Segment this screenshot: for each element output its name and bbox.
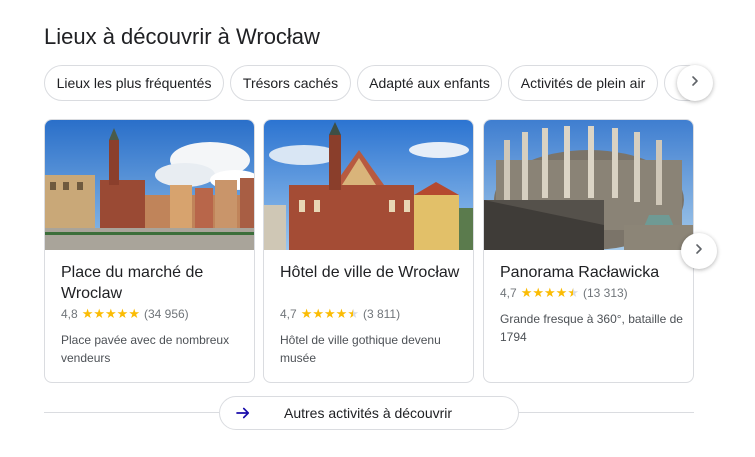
- place-rating: 4,8 ★ ★ ★ ★ ★ (34 956): [61, 306, 189, 322]
- star-rating-icon: ★ ★ ★ ★ ★: [81, 306, 140, 321]
- star-rating-icon: ★ ★ ★ ★ ★: [520, 285, 579, 300]
- chevron-right-icon: [687, 73, 703, 94]
- rating-value: 4,7: [500, 286, 517, 300]
- filter-chips: Lieux les plus fréquentés Trésors cachés…: [44, 65, 704, 101]
- chip-popular[interactable]: Lieux les plus fréquentés: [44, 65, 224, 101]
- place-name: Panorama Racławicka: [500, 264, 660, 281]
- town-hall-photo: [264, 120, 473, 250]
- more-activities-label: Autres activités à découvrir: [284, 405, 453, 421]
- section-title: Lieux à découvrir à Wrocław: [44, 24, 320, 49]
- more-activities-button[interactable]: Autres activités à découvrir: [219, 396, 519, 430]
- cards-next-button[interactable]: [681, 233, 717, 269]
- review-count: (13 313): [582, 286, 628, 300]
- rating-value: 4,7: [280, 307, 297, 321]
- rating-value: 4,8: [61, 307, 78, 321]
- chip-outdoor[interactable]: Activités de plein air: [508, 65, 658, 101]
- divider-right: [519, 412, 694, 413]
- place-name: Hôtel de ville de Wrocław: [280, 264, 460, 281]
- place-description: Place pavée avec de nombreux vendeurs: [61, 333, 230, 365]
- panorama-rotunda-photo: [484, 120, 693, 250]
- chip-kid-friendly[interactable]: Adapté aux enfants: [357, 65, 502, 101]
- market-square-photo: [45, 120, 254, 250]
- place-card[interactable]: Hôtel de ville de Wrocław 4,7 ★ ★ ★ ★ ★ (3 8…: [263, 119, 474, 383]
- chip-hidden-gems[interactable]: Trésors cachés: [230, 65, 351, 101]
- review-count: (34 956): [143, 307, 189, 321]
- place-description: Hôtel de ville gothique devenu musée: [280, 333, 441, 365]
- place-name: Place du marché de Wroclaw: [61, 264, 204, 302]
- star-rating-icon: ★ ★ ★ ★ ★: [300, 306, 359, 321]
- chevron-right-icon: [691, 241, 707, 262]
- place-rating: 4,7 ★ ★ ★ ★ ★ (3 811): [280, 306, 401, 322]
- chips-next-button[interactable]: [677, 65, 713, 101]
- place-rating: 4,7 ★ ★ ★ ★ ★ (13 313): [500, 285, 628, 301]
- place-card[interactable]: Place du marché de Wroclaw 4,8 ★ ★ ★ ★ ★ (34…: [44, 119, 255, 383]
- arrow-right-icon: [234, 404, 252, 422]
- review-count: (3 811): [362, 307, 401, 321]
- place-description: Grande fresque à 360°, bataille de 1794: [500, 312, 683, 344]
- divider-left: [44, 412, 219, 413]
- place-card[interactable]: Panorama Racławicka 4,7 ★ ★ ★ ★ ★ (13 313) G…: [483, 119, 694, 383]
